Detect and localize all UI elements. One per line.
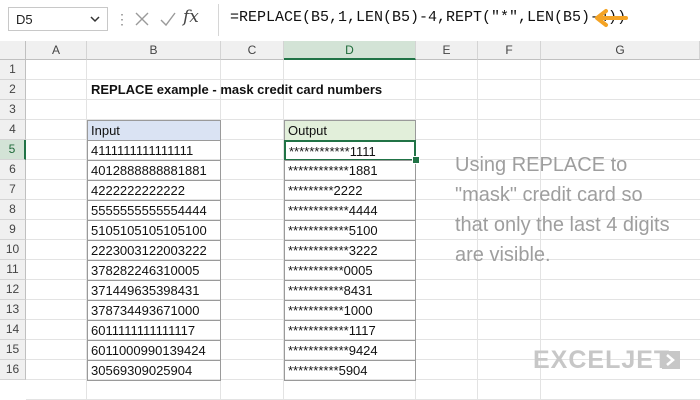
column-header-g[interactable]: G xyxy=(541,41,700,60)
row-header-8[interactable]: 8 xyxy=(0,200,26,220)
arrow-left-icon xyxy=(595,9,628,27)
output-cell[interactable]: ************1117 xyxy=(284,320,416,341)
output-cell[interactable]: ***********8431 xyxy=(284,280,416,301)
column-header-c[interactable]: C xyxy=(221,41,284,60)
row-header-14[interactable]: 14 xyxy=(0,320,26,340)
name-box-value: D5 xyxy=(16,12,33,27)
input-cell[interactable]: 4111111111111111 xyxy=(87,140,221,161)
row-header-13[interactable]: 13 xyxy=(0,300,26,320)
output-cell[interactable]: ************5100 xyxy=(284,220,416,241)
formula-bar-divider xyxy=(218,4,219,36)
row-header-4[interactable]: 4 xyxy=(0,120,26,140)
output-cell[interactable]: ***********1000 xyxy=(284,300,416,321)
name-box[interactable]: D5 xyxy=(8,7,108,31)
input-cell[interactable]: 30569309025904 xyxy=(87,360,221,381)
column-header-a[interactable]: A xyxy=(26,41,87,60)
column-header-e[interactable]: E xyxy=(416,41,478,60)
input-cell[interactable]: 378282246310005 xyxy=(87,260,221,281)
output-cell[interactable]: ************4444 xyxy=(284,200,416,221)
insert-function-icon[interactable]: fx xyxy=(183,7,199,27)
formula-bar: D5 ⋮ fx =REPLACE(B5,1,LEN(B5)-4,REPT("*"… xyxy=(0,0,700,40)
column-header-f[interactable]: F xyxy=(478,41,541,60)
row-header-3[interactable]: 3 xyxy=(0,100,26,120)
input-header-cell[interactable]: Input xyxy=(87,120,221,141)
active-output-cell[interactable]: ************1111 xyxy=(284,140,416,161)
row-header-12[interactable]: 12 xyxy=(0,280,26,300)
gridline xyxy=(26,79,700,80)
output-cell[interactable]: **********5904 xyxy=(284,360,416,381)
row-header-1[interactable]: 1 xyxy=(0,60,26,80)
row-header-6[interactable]: 6 xyxy=(0,160,26,180)
input-cell[interactable]: 4222222222222 xyxy=(87,180,221,201)
select-all-corner[interactable] xyxy=(0,41,26,60)
output-cell[interactable]: ************9424 xyxy=(284,340,416,361)
row-header-16[interactable]: 16 xyxy=(0,360,26,380)
output-header-cell[interactable]: Output xyxy=(284,120,416,141)
row-header-11[interactable]: 11 xyxy=(0,260,26,280)
row-header-15[interactable]: 15 xyxy=(0,340,26,360)
chevron-down-icon[interactable] xyxy=(89,13,101,25)
input-cell[interactable]: 6011111111111117 xyxy=(87,320,221,341)
input-cell[interactable]: 5105105105105100 xyxy=(87,220,221,241)
input-cell[interactable]: 4012888888881881 xyxy=(87,160,221,181)
input-cell[interactable]: 378734493671000 xyxy=(87,300,221,321)
output-cell[interactable]: *********2222 xyxy=(284,180,416,201)
exceljet-logo-icon xyxy=(662,351,680,369)
input-cell[interactable]: 2223003122003222 xyxy=(87,240,221,261)
input-cell[interactable]: 371449635398431 xyxy=(87,280,221,301)
column-header-d[interactable]: D xyxy=(284,41,416,60)
cancel-icon[interactable] xyxy=(131,8,153,30)
fill-handle[interactable] xyxy=(412,156,420,164)
formula-input[interactable]: =REPLACE(B5,1,LEN(B5)-4,REPT("*",LEN(B5)… xyxy=(230,9,626,26)
more-options-icon[interactable]: ⋮ xyxy=(115,11,129,28)
input-cell[interactable]: 6011000990139424 xyxy=(87,340,221,361)
output-cell[interactable]: ************1881 xyxy=(284,160,416,181)
input-cell[interactable]: 5555555555554444 xyxy=(87,200,221,221)
enter-check-icon[interactable] xyxy=(157,8,179,30)
output-cell[interactable]: ***********0005 xyxy=(284,260,416,281)
row-header-7[interactable]: 7 xyxy=(0,180,26,200)
row-header-2[interactable]: 2 xyxy=(0,80,26,100)
exceljet-logo: EXCELJET xyxy=(533,346,671,374)
row-header-5[interactable]: 5 xyxy=(0,140,26,160)
row-header-9[interactable]: 9 xyxy=(0,220,26,240)
explanation-note: Using REPLACE to "mask" credit card so t… xyxy=(455,154,670,266)
output-cell[interactable]: ************3222 xyxy=(284,240,416,261)
sheet-title: REPLACE example - mask credit card numbe… xyxy=(91,82,383,97)
gridline xyxy=(26,99,700,100)
row-header-10[interactable]: 10 xyxy=(0,240,26,260)
column-header-b[interactable]: B xyxy=(87,41,221,60)
